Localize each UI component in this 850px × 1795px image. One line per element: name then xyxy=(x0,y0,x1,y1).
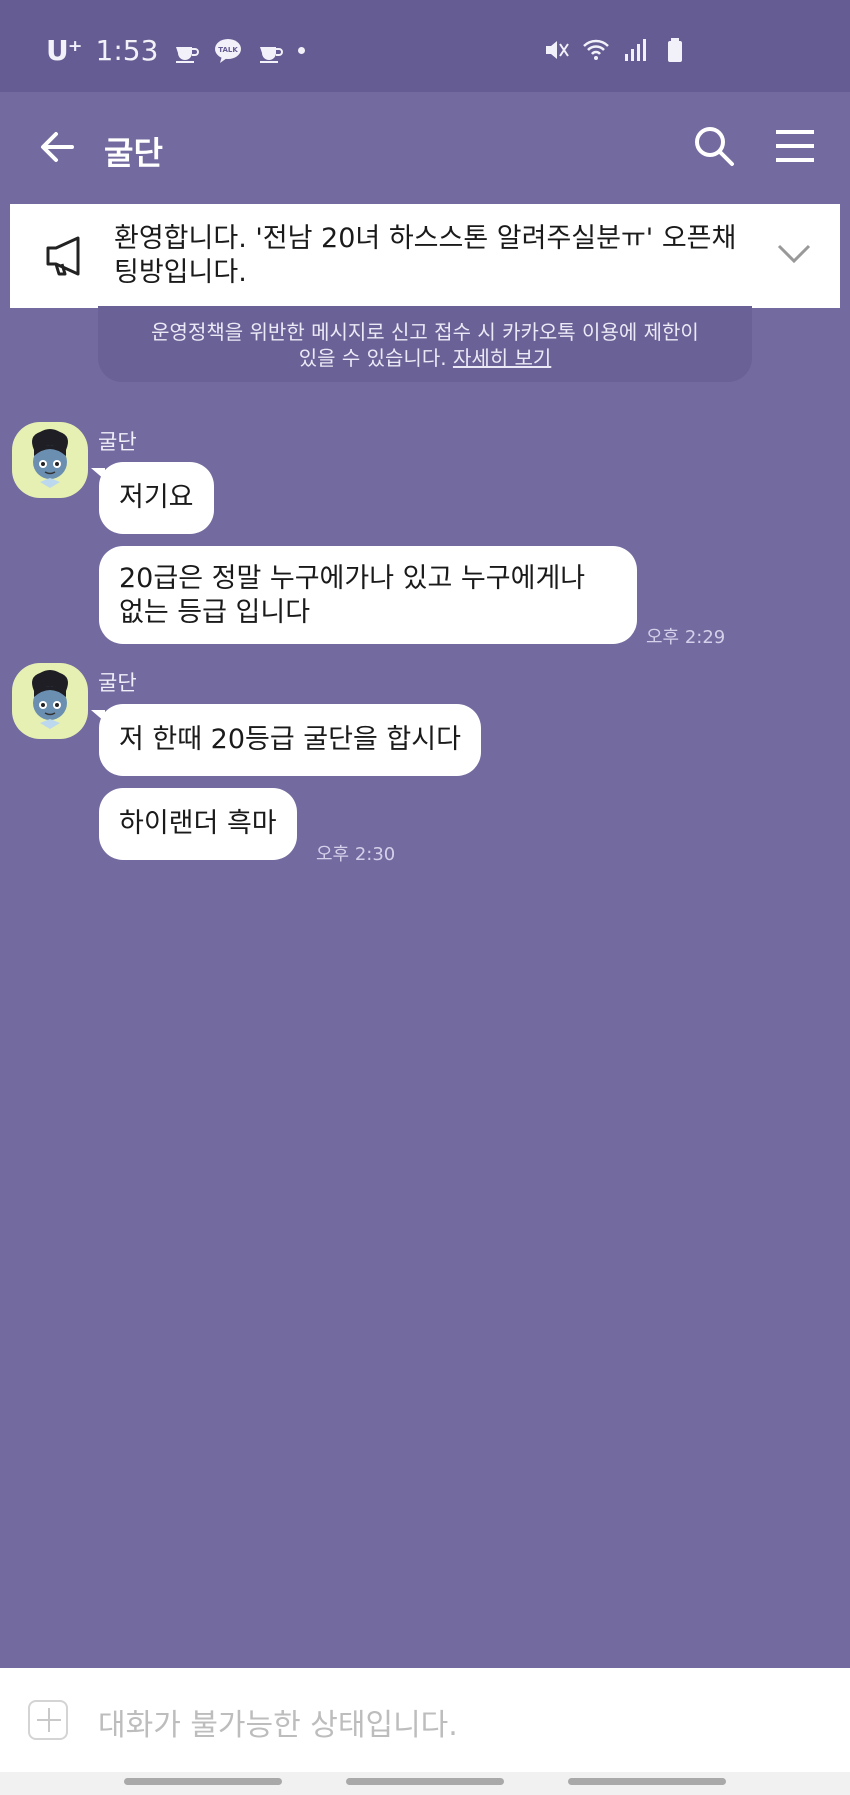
policy-text-line2: 있을 수 있습니다. 자세히 보기 xyxy=(98,345,752,371)
notice-banner[interactable]: 환영합니다. '전남 20녀 하스스톤 알려주실분ㅠ' 오픈채팅방입니다. xyxy=(10,204,840,308)
nav-handle-right[interactable] xyxy=(568,1778,726,1785)
notice-text: 환영합니다. '전남 20녀 하스스톤 알려주실분ㅠ' 오픈채팅방입니다. xyxy=(114,223,737,288)
character-avatar-icon xyxy=(32,429,68,488)
avatar[interactable] xyxy=(12,663,88,739)
chat-title: 굴단 xyxy=(104,134,163,172)
chat-header: 굴단 xyxy=(0,92,850,202)
status-bar: U⁺ 1:53 TALK xyxy=(0,0,850,92)
mute-icon xyxy=(546,41,569,59)
message-time: 오후 2:29 xyxy=(646,627,726,648)
sender-name: 굴단 xyxy=(98,671,137,695)
message-time: 오후 2:30 xyxy=(316,844,396,865)
battery-icon xyxy=(668,38,682,62)
message-bubble[interactable]: 저 한때 20등급 굴단을 합시다 xyxy=(91,704,481,776)
policy-more-link[interactable]: 자세히 보기 xyxy=(453,346,551,370)
coffee-icon xyxy=(260,46,284,63)
svg-text:TALK: TALK xyxy=(219,46,239,54)
policy-text-line2-prefix: 있을 수 있습니다. xyxy=(298,346,447,370)
notification-dot-icon xyxy=(298,47,306,54)
message-bubble[interactable]: 20급은 정말 누구에가나 있고 누구에게나 없는 등급 입니다 xyxy=(99,546,637,644)
sender-name: 굴단 xyxy=(98,430,137,454)
avatar[interactable] xyxy=(12,422,88,498)
wifi-icon xyxy=(583,39,609,60)
carrier-label: U⁺ xyxy=(46,34,83,67)
input-bar: 대화가 불가능한 상태입니다. xyxy=(0,1668,850,1772)
chevron-down-icon[interactable] xyxy=(776,240,812,268)
nav-handle-left[interactable] xyxy=(124,1778,282,1785)
policy-notice: 운영정책을 위반한 메시지로 신고 접수 시 카카오톡 이용에 제한이 있을 수… xyxy=(98,306,752,382)
status-time: 1:53 xyxy=(95,34,159,67)
system-nav-bar xyxy=(0,1772,850,1795)
message-bubble[interactable]: 저기요 xyxy=(91,462,214,534)
talk-icon: TALK xyxy=(215,38,242,63)
character-avatar-icon xyxy=(32,670,68,729)
message-input-disabled: 대화가 불가능한 상태입니다. xyxy=(98,1708,458,1743)
message-bubble[interactable]: 하이랜더 흑마 xyxy=(99,788,297,860)
signal-icon xyxy=(625,39,646,61)
search-icon[interactable] xyxy=(692,124,736,168)
menu-icon[interactable] xyxy=(774,126,816,166)
policy-text-line1: 운영정책을 위반한 메시지로 신고 접수 시 카카오톡 이용에 제한이 xyxy=(151,320,699,344)
back-arrow-icon[interactable] xyxy=(36,126,78,168)
nav-handle-center[interactable] xyxy=(346,1778,504,1785)
plus-icon[interactable] xyxy=(28,1700,68,1740)
coffee-icon xyxy=(176,46,200,63)
megaphone-icon xyxy=(46,236,80,276)
